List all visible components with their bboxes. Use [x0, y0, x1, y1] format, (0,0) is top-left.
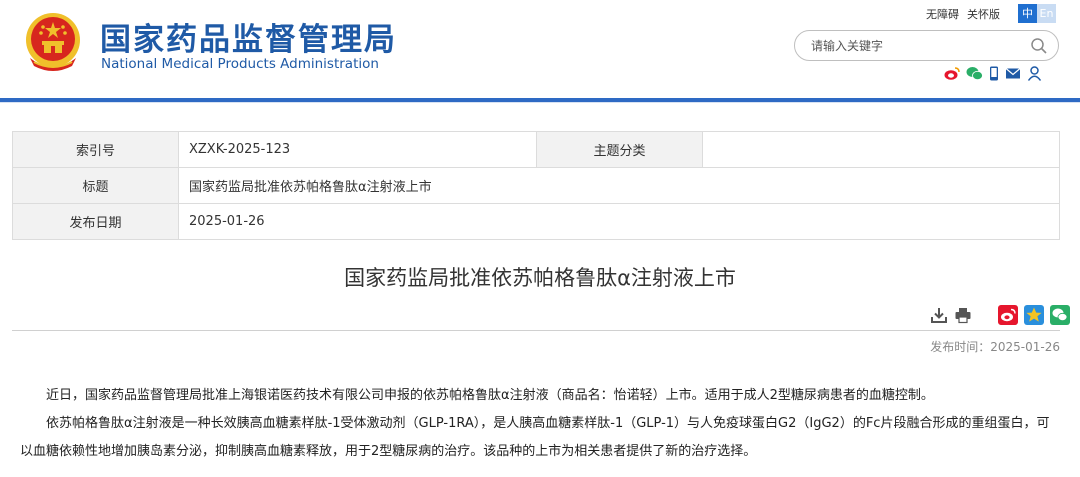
article-divider	[12, 330, 1060, 331]
title-label: 标题	[12, 167, 179, 204]
elderly-mode-link[interactable]: 关怀版	[967, 6, 1000, 22]
top-links: 无障碍 关怀版	[926, 6, 1000, 22]
search-input[interactable]	[811, 37, 1021, 55]
category-value	[702, 131, 1060, 168]
wechat-icon[interactable]	[966, 66, 983, 81]
search-icon[interactable]	[1030, 37, 1048, 55]
org-name-cn[interactable]: 国家药品监督管理局	[100, 14, 397, 59]
article-title: 国家药监局批准依苏帕格鲁肽α注射液上市	[344, 266, 736, 290]
title-value: 国家药监局批准依苏帕格鲁肽α注射液上市	[178, 167, 1060, 204]
print-icon[interactable]	[954, 306, 972, 324]
article-paragraph: 依苏帕格鲁肽α注射液是一种长效胰高血糖素样肽-1受体激动剂（GLP-1RA），是…	[20, 416, 1050, 459]
article-body: 近日，国家药品监督管理局批准上海银诺医药技术有限公司申报的依苏帕格鲁肽α注射液（…	[20, 382, 1060, 466]
site-header: 国家药品监督管理局 National Medical Products Admi…	[0, 0, 1080, 100]
national-emblem-icon[interactable]	[22, 10, 84, 74]
share-weibo-icon[interactable]	[998, 305, 1018, 325]
mobile-icon[interactable]	[989, 66, 999, 81]
index-label: 索引号	[12, 131, 179, 168]
article-paragraph: 近日，国家药品监督管理局批准上海银诺医药技术有限公司申报的依苏帕格鲁肽α注射液（…	[46, 388, 934, 403]
accessibility-link[interactable]: 无障碍	[926, 6, 959, 22]
table-row: 索引号 XZXK-2025-123 主题分类	[12, 131, 1060, 168]
lang-zh-button[interactable]: 中	[1018, 4, 1037, 23]
category-label: 主题分类	[536, 131, 703, 168]
date-label: 发布日期	[12, 203, 179, 240]
user-icon[interactable]	[1027, 66, 1042, 81]
index-value: XZXK-2025-123	[178, 131, 537, 168]
social-links	[944, 66, 1042, 81]
download-icon[interactable]	[930, 306, 948, 324]
share-wechat-icon[interactable]	[1050, 305, 1070, 325]
lang-en-button[interactable]: En	[1037, 4, 1056, 23]
article-tools	[930, 305, 1070, 325]
search-box	[794, 30, 1059, 61]
table-row: 发布日期 2025-01-26	[12, 203, 1060, 240]
mail-icon[interactable]	[1005, 66, 1021, 81]
publish-date: 发布时间：2025-01-26	[930, 340, 1060, 354]
date-value: 2025-01-26	[178, 203, 1060, 240]
weibo-icon[interactable]	[944, 66, 960, 81]
header-rule-shadow	[0, 102, 1080, 103]
info-table: 索引号 XZXK-2025-123 主题分类 标题 国家药监局批准依苏帕格鲁肽α…	[12, 131, 1060, 240]
share-qzone-icon[interactable]	[1024, 305, 1044, 325]
org-name-en[interactable]: National Medical Products Administration	[101, 56, 379, 72]
table-row: 标题 国家药监局批准依苏帕格鲁肽α注射液上市	[12, 167, 1060, 204]
